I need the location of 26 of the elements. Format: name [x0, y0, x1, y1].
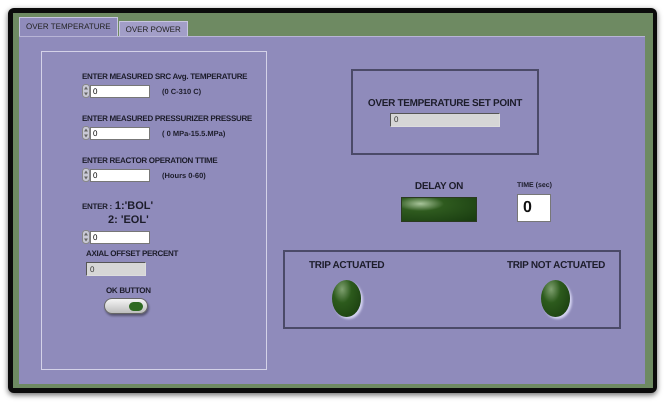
field-label: ENTER : [82, 202, 112, 211]
tab[interactable]: OVER POWER [118, 21, 188, 36]
field-label: ENTER MEASURED SRC Avg. TEMPERATURE [82, 72, 248, 81]
indicator-label: TRIP NOT ACTUATED [506, 260, 605, 271]
indicator-label: DELAY ON [414, 181, 464, 192]
spinner-arrows-icon[interactable] [82, 230, 90, 244]
numeric-input[interactable]: 0 [90, 230, 150, 244]
field-label: ENTER REACTOR OPERATION TTIME [82, 156, 218, 165]
spinner-arrows-icon[interactable] [82, 84, 90, 98]
spinner-arrows-icon[interactable] [82, 168, 90, 182]
time-display: 0 [517, 194, 551, 222]
numeric-input[interactable]: 0 [90, 168, 150, 182]
field-label: AXIAL OFFSET PERCENT [86, 249, 180, 258]
output-field[interactable]: 0 [390, 112, 500, 126]
spinner-arrows-icon[interactable] [82, 126, 90, 140]
option-label: 2: 'EOL' [108, 214, 149, 226]
output-field[interactable]: 0 [86, 262, 146, 276]
tab[interactable]: OVER TEMPERATURE [19, 17, 118, 36]
button-label: OK BUTTON [106, 286, 152, 295]
indicator-label: TRIP ACTUATED [309, 260, 384, 271]
numeric-input[interactable]: 0 [90, 126, 150, 140]
option-label: 1:'BOL' [114, 200, 154, 212]
field-label: ENTER MEASURED PRESSURIZER PRESSURE [82, 114, 253, 123]
numeric-input[interactable]: 0 [90, 84, 150, 98]
set-point-label: OVER TEMPERATURE SET POINT [368, 98, 522, 108]
ok-toggle-button[interactable] [104, 298, 148, 314]
